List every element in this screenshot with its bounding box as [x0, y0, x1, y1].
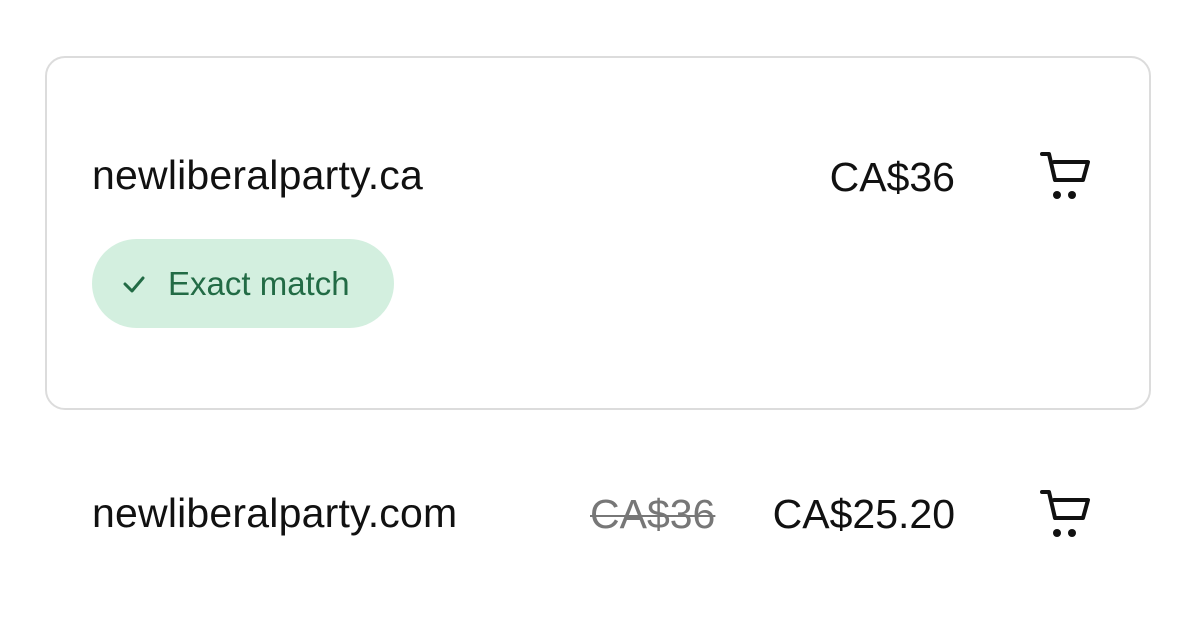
result-domain-1[interactable]: newliberalparty.ca — [92, 151, 423, 199]
cart-icon[interactable] — [1040, 488, 1092, 540]
result-price-2: CA$25.20 — [772, 491, 955, 537]
result-domain-2[interactable]: newliberalparty.com — [92, 489, 457, 537]
exact-match-result-card[interactable] — [45, 56, 1151, 410]
original-price: CA$36 — [590, 491, 716, 537]
checkmark-icon — [122, 272, 146, 296]
exact-match-label: Exact match — [168, 264, 350, 302]
result-price-1: CA$36 — [829, 154, 955, 200]
cart-icon[interactable] — [1040, 150, 1092, 202]
exact-match-badge: Exact match — [92, 239, 394, 328]
